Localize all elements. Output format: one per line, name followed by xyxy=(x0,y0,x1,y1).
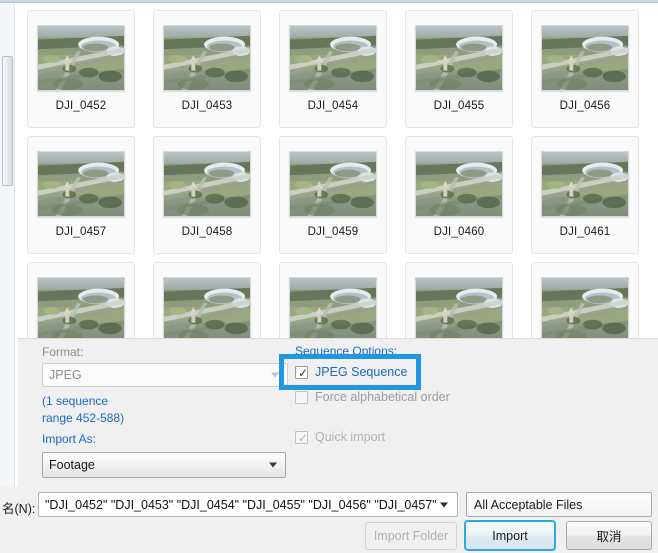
thumbnail-cell[interactable]: DJI_0456 xyxy=(531,10,639,128)
thumbnail-cell[interactable]: DJI_0457 xyxy=(27,136,135,254)
thumbnail-cell[interactable]: DJI_0453 xyxy=(153,10,261,128)
sequence-info-line1: (1 sequence xyxy=(42,394,109,408)
thumbnail-image xyxy=(415,277,503,343)
format-combo-value: JPEG xyxy=(49,368,82,382)
import-dialog: DJI_0452 DJI_0453 DJI_0454 DJI_0455 DJI_0456… xyxy=(0,0,658,553)
thumbnail-label: DJI_0455 xyxy=(433,100,485,112)
thumbnail-image xyxy=(541,277,629,343)
format-combo[interactable]: JPEG xyxy=(42,363,288,387)
checkmark-icon: ✓ xyxy=(298,365,309,380)
thumbnail-cell[interactable]: DJI_0460 xyxy=(405,136,513,254)
import-as-combo[interactable]: Footage xyxy=(42,452,286,478)
cancel-button[interactable]: 取消 xyxy=(566,521,652,550)
chevron-down-icon xyxy=(271,372,279,378)
filename-value: "DJI_0452" "DJI_0453" "DJI_0454" "DJI_04… xyxy=(45,497,437,512)
thumbnail-cell[interactable]: DJI_0455 xyxy=(405,10,513,128)
format-label: Format: xyxy=(42,345,84,359)
filetype-value: All Acceptable Files xyxy=(474,497,583,512)
thumbnail-cell[interactable]: DJI_0454 xyxy=(279,10,387,128)
sequence-options-label: Sequence Options: xyxy=(295,344,398,358)
thumbnail-image xyxy=(289,277,377,343)
thumbnail-label: DJI_0457 xyxy=(55,226,107,238)
thumbnail-cell[interactable]: DJI_0461 xyxy=(531,136,639,254)
force-alphabetical-checkbox-row[interactable]: Force alphabetical order xyxy=(295,390,450,404)
chevron-down-icon[interactable] xyxy=(440,502,448,507)
chevron-down-icon xyxy=(269,462,277,468)
sequence-info-line2: range 452-588) xyxy=(42,411,125,425)
quick-import-checkbox-row: ✓ Quick import xyxy=(295,430,386,445)
thumbnail-label: DJI_0453 xyxy=(181,100,233,112)
import-button[interactable]: Import xyxy=(464,520,556,551)
jpeg-sequence-label: JPEG Sequence xyxy=(315,365,408,379)
filetype-combo[interactable]: All Acceptable Files xyxy=(466,492,652,517)
checkbox-icon[interactable] xyxy=(295,390,308,404)
quick-import-label: Quick import xyxy=(315,430,386,444)
checkbox-icon: ✓ xyxy=(295,430,309,445)
thumbnail-image xyxy=(163,277,251,343)
thumbnail-image xyxy=(163,151,251,217)
filename-input[interactable]: "DJI_0452" "DJI_0453" "DJI_0454" "DJI_04… xyxy=(38,492,458,517)
thumbnail-label: DJI_0461 xyxy=(559,226,611,238)
browser-top-border xyxy=(0,0,658,3)
thumbnail-label: DJI_0460 xyxy=(433,226,485,238)
checkmark-icon: ✓ xyxy=(298,430,309,445)
thumbnail-label: DJI_0458 xyxy=(181,226,233,238)
thumbnail-image xyxy=(415,151,503,217)
jpeg-sequence-checkbox-row[interactable]: ✓ JPEG Sequence xyxy=(295,365,408,380)
import-folder-button[interactable]: Import Folder xyxy=(365,522,457,550)
thumbnail-cell[interactable]: DJI_0458 xyxy=(153,136,261,254)
import-as-value: Footage xyxy=(49,458,95,472)
thumbnail-image xyxy=(37,277,125,343)
vertical-scrollbar[interactable] xyxy=(0,4,15,487)
scrollbar-thumb[interactable] xyxy=(2,56,13,186)
thumbnail-label: DJI_0459 xyxy=(307,226,359,238)
thumbnail-label: DJI_0452 xyxy=(55,100,107,112)
checkbox-icon[interactable]: ✓ xyxy=(295,365,309,380)
filename-label: 名(N): xyxy=(2,502,36,516)
force-alphabetical-label: Force alphabetical order xyxy=(315,390,450,404)
import-as-label: Import As: xyxy=(42,432,97,446)
thumbnail-image xyxy=(289,151,377,217)
thumbnail-image xyxy=(415,25,503,91)
thumbnail-image xyxy=(163,25,251,91)
thumbnail-image xyxy=(289,25,377,91)
thumbnail-cell[interactable]: DJI_0459 xyxy=(279,136,387,254)
thumbnail-image xyxy=(541,151,629,217)
thumbnail-image xyxy=(541,25,629,91)
thumbnail-cell[interactable]: DJI_0452 xyxy=(27,10,135,128)
thumbnail-image xyxy=(37,151,125,217)
thumbnail-label: DJI_0456 xyxy=(559,100,611,112)
thumbnail-image xyxy=(37,25,125,91)
thumbnail-grid: DJI_0452 DJI_0453 DJI_0454 DJI_0455 DJI_0456… xyxy=(18,6,658,384)
thumbnail-label: DJI_0454 xyxy=(307,100,359,112)
